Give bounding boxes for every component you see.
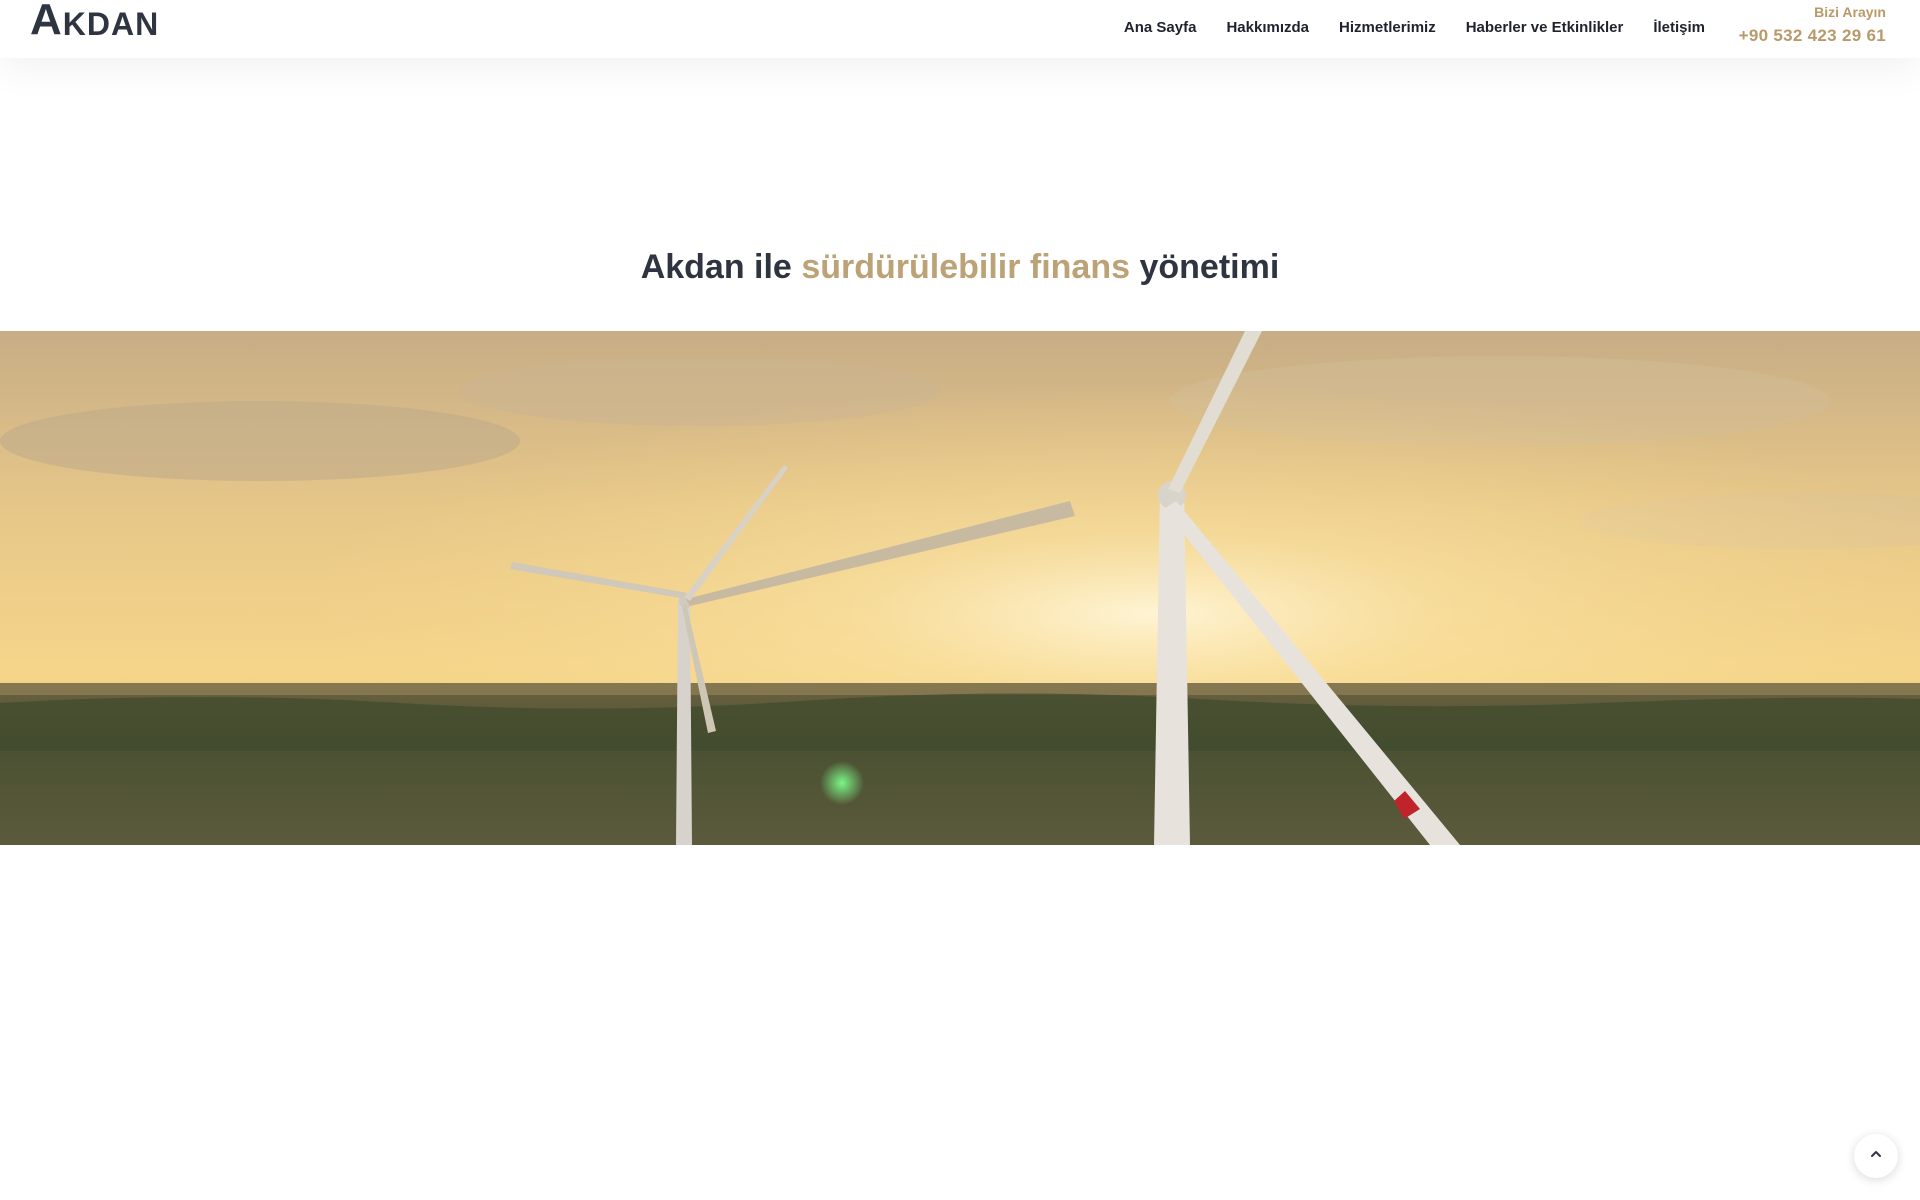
page-headline: Akdan ile sürdürülebilir finans yönetimi [0, 248, 1920, 287]
logo-initial: A [30, 0, 63, 44]
nav-about[interactable]: Hakkımızda [1226, 19, 1309, 36]
site-header: A KDAN Ana Sayfa Hakkımızda Hizmetlerimiz… [0, 0, 1920, 58]
call-label: Bizi Arayın [1814, 4, 1886, 20]
back-to-top-button[interactable] [1854, 1134, 1898, 1178]
headline-part-1: Akdan ile [640, 248, 792, 286]
main-nav: Ana Sayfa Hakkımızda Hizmetlerimiz Haber… [1124, 0, 1705, 54]
logo-rest: KDAN [62, 6, 160, 42]
nav-news-events[interactable]: Haberler ve Etkinlikler [1466, 19, 1624, 36]
nav-contact[interactable]: İletişim [1653, 19, 1705, 36]
chevron-up-icon [1869, 1147, 1883, 1166]
nav-services[interactable]: Hizmetlerimiz [1339, 19, 1436, 36]
akdan-logo[interactable]: A KDAN [30, 0, 159, 44]
call-box: Bizi Arayın +90 532 423 29 61 [1739, 4, 1886, 46]
nav-home[interactable]: Ana Sayfa [1124, 19, 1197, 36]
headline-part-2: yönetimi [1139, 248, 1280, 286]
phone-link[interactable]: +90 532 423 29 61 [1739, 26, 1886, 46]
hero-video [0, 331, 1920, 845]
headline-accent: sürdürülebilir finans [801, 248, 1131, 286]
